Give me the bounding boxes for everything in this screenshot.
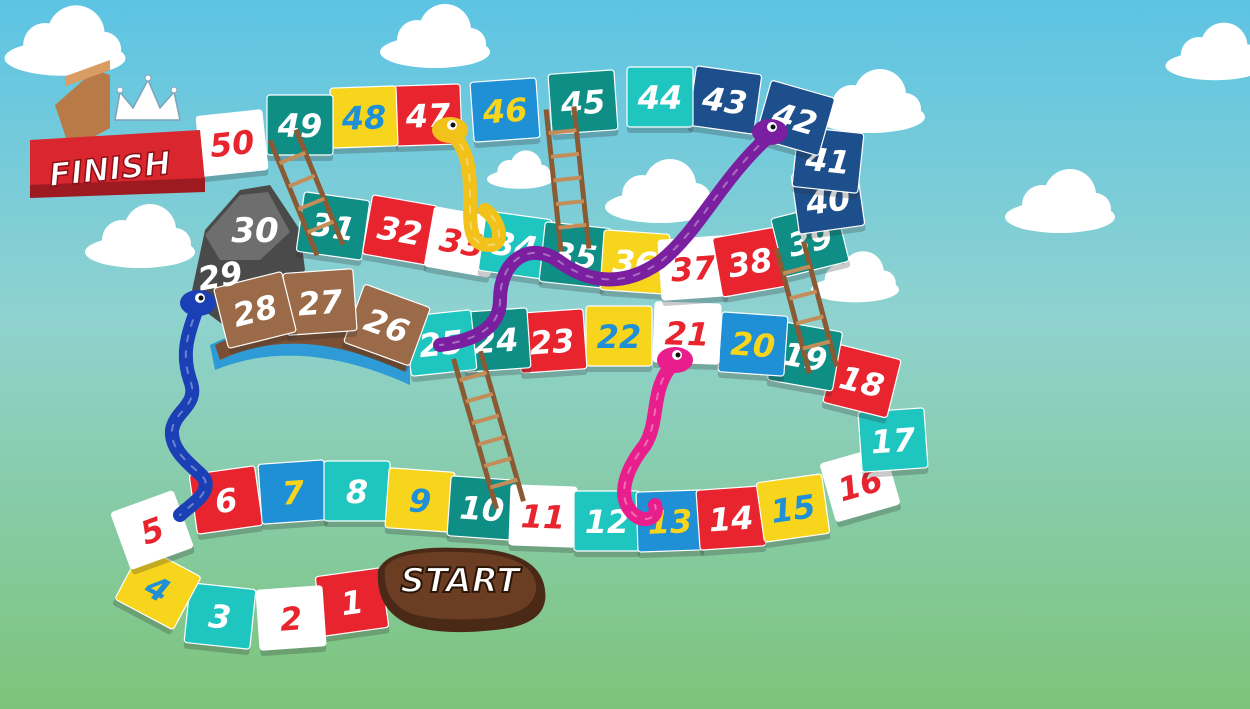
tile-number: 38 [725, 240, 775, 285]
board-tile[interactable]: 9 [384, 467, 456, 539]
tile-number: 22 [597, 318, 642, 356]
tile-number: 9 [407, 481, 432, 520]
board-tile[interactable]: 22 [585, 305, 653, 372]
tile-number: 50 [208, 123, 256, 165]
tile-number: 2 [279, 599, 304, 638]
tile-number: 43 [699, 79, 749, 123]
board-tile[interactable]: 20 [717, 311, 789, 383]
tile-number: 3 [207, 597, 233, 637]
tile-number: 44 [637, 79, 683, 117]
board-tile[interactable]: 2 [255, 585, 327, 657]
tile-number: 7 [281, 473, 307, 513]
tile-number: 15 [768, 487, 817, 531]
tile-number: 20 [729, 324, 776, 365]
board-tile[interactable]: 43 [687, 65, 763, 141]
tile-number: 27 [297, 282, 345, 323]
board-tile[interactable]: 44 [626, 66, 694, 133]
start-label: START [400, 561, 522, 601]
board-tile[interactable]: 46 [469, 77, 541, 149]
tile-number: 10 [458, 488, 505, 529]
board-tile[interactable]: 45 [547, 69, 619, 141]
tile-number: 45 [559, 82, 607, 123]
tile-number: 32 [375, 208, 425, 253]
board-scene: 1234567891011121314151617181920212223242… [0, 0, 1250, 709]
board-tile[interactable]: 7 [257, 459, 329, 531]
tile-number: 8 [346, 473, 368, 511]
board-tile[interactable]: 3 [183, 582, 257, 656]
board-tile[interactable]: 11 [508, 484, 578, 554]
tile-number: 17 [870, 420, 918, 461]
game-board-stage: 1234567891011121314151617181920212223242… [0, 0, 1250, 709]
board-tile[interactable]: 30 [231, 211, 278, 251]
board-tile[interactable]: 48 [329, 85, 399, 155]
tile-number: 48 [340, 98, 387, 138]
board-tile[interactable]: 10 [446, 475, 518, 547]
tile-number: 46 [481, 90, 529, 131]
board-tile[interactable]: 14 [695, 485, 767, 557]
board-tile[interactable]: 8 [323, 460, 391, 527]
tile-number: 11 [520, 497, 566, 537]
board-tile[interactable]: 50 [195, 109, 269, 183]
tile-number: 30 [231, 211, 278, 251]
tile-number: 23 [529, 321, 576, 362]
board-tile[interactable]: 15 [755, 473, 831, 549]
tile-number: 14 [708, 498, 755, 539]
start-pad[interactable]: START [377, 547, 546, 633]
